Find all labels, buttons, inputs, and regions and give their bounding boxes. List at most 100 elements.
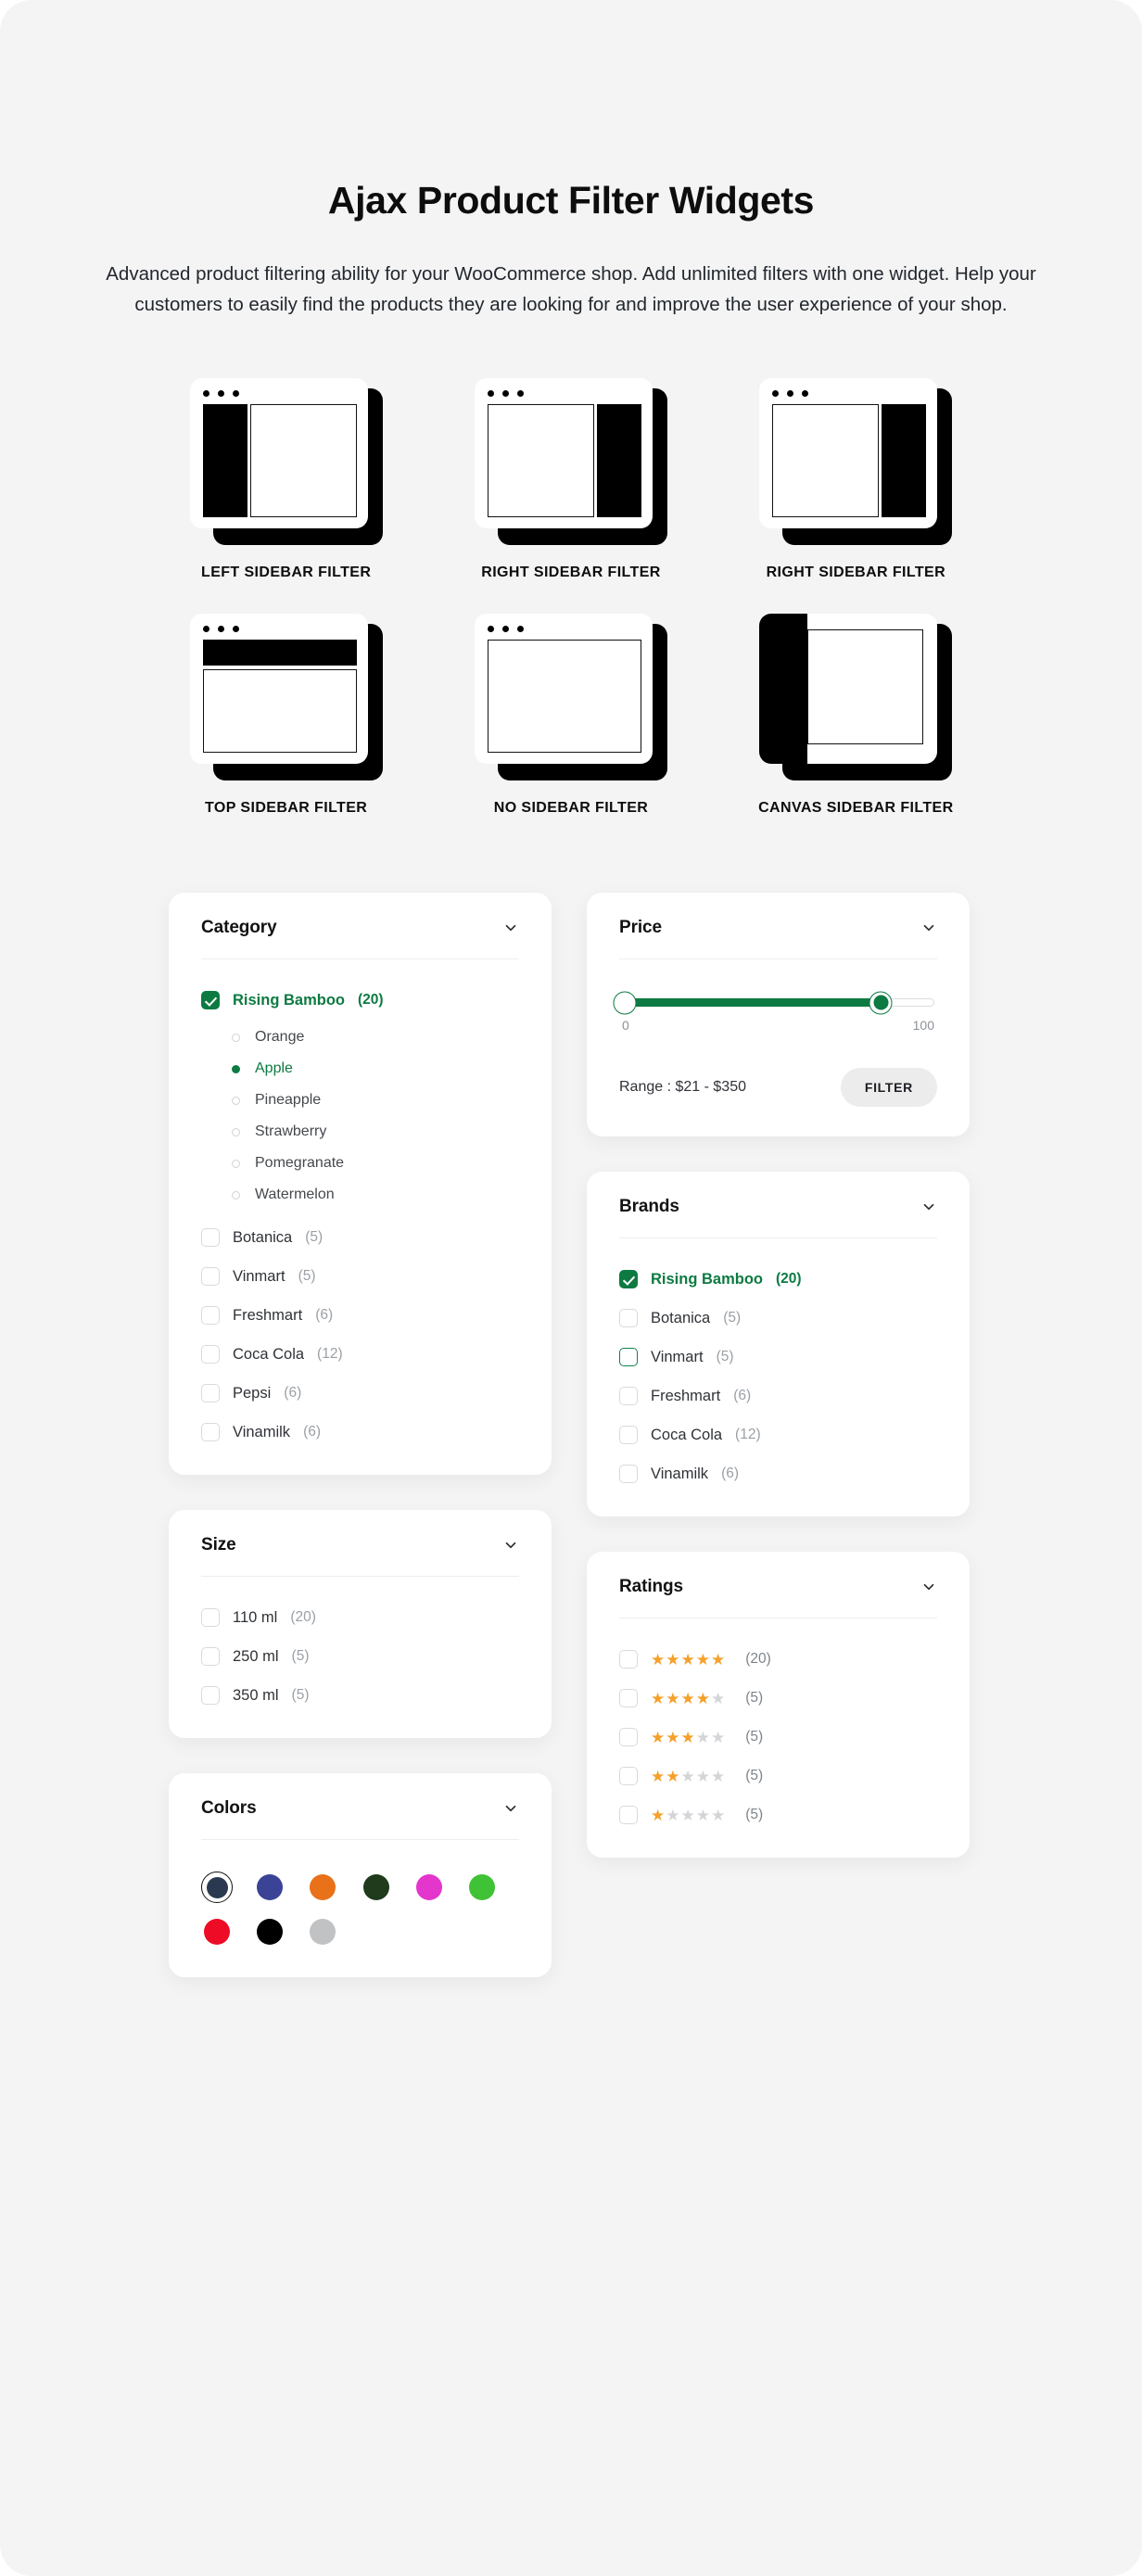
layout-option-right-sidebar-2[interactable]: RIGHT SIDEBAR FILTER (714, 378, 998, 585)
layout-option-no-sidebar[interactable]: NO SIDEBAR FILTER (428, 614, 713, 820)
category-child-row[interactable]: Pineapple (201, 1089, 519, 1111)
category-item-row[interactable]: Coca Cola (12) (201, 1341, 519, 1367)
left-sidebar-layout-icon (190, 378, 383, 545)
category-item-row[interactable]: Botanica (5) (201, 1225, 519, 1250)
layout-option-left-sidebar[interactable]: LEFT SIDEBAR FILTER (144, 378, 428, 585)
color-swatch-orange[interactable] (307, 1872, 338, 1903)
category-child-row[interactable]: Pomegranate (201, 1152, 519, 1174)
swatch-dot (207, 1877, 228, 1898)
checkbox-icon[interactable] (201, 1267, 220, 1286)
checkbox-icon[interactable] (619, 1309, 638, 1327)
radio-icon[interactable] (232, 1191, 240, 1199)
checkbox-icon[interactable] (619, 1767, 638, 1785)
rating-item-row[interactable]: ★★★★★ (5) (619, 1763, 937, 1789)
rating-item-row[interactable]: ★★★★★ (5) (619, 1724, 937, 1750)
rating-item-row[interactable]: ★★★★★ (5) (619, 1685, 937, 1711)
chevron-down-icon[interactable] (920, 1199, 937, 1215)
star-icon: ★ (651, 1769, 665, 1784)
color-swatch-silver[interactable] (307, 1916, 338, 1948)
category-item-row[interactable]: Freshmart (6) (201, 1302, 519, 1328)
brand-item-row[interactable]: Freshmart (6) (619, 1383, 937, 1409)
checkbox-icon[interactable] (619, 1270, 638, 1288)
checkbox-icon[interactable] (619, 1728, 638, 1746)
checkbox-icon[interactable] (619, 1387, 638, 1405)
brands-widget-header[interactable]: Brands (619, 1197, 937, 1238)
chevron-down-icon[interactable] (920, 920, 937, 936)
checkbox-icon[interactable] (619, 1806, 638, 1824)
checkbox-icon[interactable] (619, 1348, 638, 1366)
brand-item-row[interactable]: Coca Cola (12) (619, 1422, 937, 1448)
category-child-row[interactable]: Strawberry (201, 1121, 519, 1143)
checkbox-icon[interactable] (201, 1608, 220, 1627)
size-widget-header[interactable]: Size (201, 1535, 519, 1577)
category-widget-header[interactable]: Category (201, 918, 519, 959)
layout-option-canvas-sidebar[interactable]: CANVAS SIDEBAR FILTER (714, 614, 998, 820)
checkbox-icon[interactable] (619, 1426, 638, 1444)
star-icon: ★ (711, 1808, 725, 1823)
widgets-column-left: Category Rising Bamboo (20) Orange (169, 893, 552, 1977)
chevron-down-icon[interactable] (502, 1537, 519, 1554)
category-item-count: (5) (305, 1229, 323, 1246)
color-swatch-dark-green[interactable] (361, 1872, 392, 1903)
filter-button[interactable]: FILTER (841, 1068, 937, 1107)
brand-item-row[interactable]: Rising Bamboo (20) (619, 1266, 937, 1292)
star-icon: ★ (666, 1691, 679, 1707)
color-swatch-indigo-blue[interactable] (254, 1872, 286, 1903)
size-widget-title: Size (201, 1535, 236, 1555)
layout-option-right-sidebar-1[interactable]: RIGHT SIDEBAR FILTER (428, 378, 713, 585)
color-swatch-black[interactable] (254, 1916, 286, 1948)
rating-item-count: (20) (745, 1651, 771, 1668)
price-widget-header[interactable]: Price (619, 918, 937, 959)
radio-icon[interactable] (232, 1065, 240, 1073)
checkbox-icon[interactable] (201, 1228, 220, 1247)
chevron-down-icon[interactable] (502, 1800, 519, 1817)
brand-item-row[interactable]: Botanica (5) (619, 1305, 937, 1331)
checkbox-icon[interactable] (619, 1650, 638, 1669)
radio-icon[interactable] (232, 1128, 240, 1136)
size-item-row[interactable]: 110 ml (20) (201, 1605, 519, 1631)
checkbox-icon[interactable] (619, 1689, 638, 1707)
checkbox-icon[interactable] (201, 1423, 220, 1441)
category-widget-body: Rising Bamboo (20) Orange Apple Pineappl… (201, 959, 519, 1445)
chevron-down-icon[interactable] (920, 1579, 937, 1595)
checkbox-icon[interactable] (619, 1465, 638, 1483)
slider-handle-min[interactable] (614, 991, 637, 1014)
radio-icon[interactable] (232, 1097, 240, 1105)
category-child-row[interactable]: Watermelon (201, 1184, 519, 1206)
star-rating-icon: ★★★★★ (651, 1691, 725, 1707)
category-item-row[interactable]: Vinmart (5) (201, 1263, 519, 1289)
color-swatch-magenta[interactable] (413, 1872, 445, 1903)
radio-icon[interactable] (232, 1034, 240, 1042)
category-parent-row[interactable]: Rising Bamboo (20) (201, 987, 519, 1013)
checkbox-icon[interactable] (201, 1686, 220, 1705)
color-swatch-navy[interactable] (201, 1872, 233, 1903)
checkbox-icon[interactable] (201, 1345, 220, 1364)
radio-icon[interactable] (232, 1160, 240, 1168)
color-swatch-red[interactable] (201, 1916, 233, 1948)
brand-item-row[interactable]: Vinamilk (6) (619, 1461, 937, 1487)
slider-track[interactable] (622, 998, 934, 1007)
ratings-widget-header[interactable]: Ratings (619, 1577, 937, 1618)
checkbox-icon[interactable] (201, 1647, 220, 1666)
brand-item-row[interactable]: Vinmart (5) (619, 1344, 937, 1370)
rating-item-row[interactable]: ★★★★★ (20) (619, 1646, 937, 1672)
category-item-row[interactable]: Vinamilk (6) (201, 1419, 519, 1445)
color-swatch-green[interactable] (466, 1872, 498, 1903)
chevron-down-icon[interactable] (502, 920, 519, 936)
swatch-dot (363, 1874, 389, 1900)
category-child-row[interactable]: Orange (201, 1026, 519, 1048)
category-child-row[interactable]: Apple (201, 1058, 519, 1080)
star-icon: ★ (696, 1808, 710, 1823)
price-range-slider[interactable]: 0 100 (619, 987, 937, 1033)
checkbox-icon[interactable] (201, 1384, 220, 1402)
colors-widget-header[interactable]: Colors (201, 1798, 519, 1840)
layout-option-top-sidebar[interactable]: TOP SIDEBAR FILTER (144, 614, 428, 820)
checkbox-icon[interactable] (201, 991, 220, 1009)
checkbox-icon[interactable] (201, 1306, 220, 1325)
slider-handle-max[interactable] (869, 991, 893, 1014)
rating-item-row[interactable]: ★★★★★ (5) (619, 1802, 937, 1828)
category-item-row[interactable]: Pepsi (6) (201, 1380, 519, 1406)
size-item-row[interactable]: 250 ml (5) (201, 1643, 519, 1669)
size-item-row[interactable]: 350 ml (5) (201, 1682, 519, 1708)
category-item-label: Pepsi (233, 1385, 271, 1402)
